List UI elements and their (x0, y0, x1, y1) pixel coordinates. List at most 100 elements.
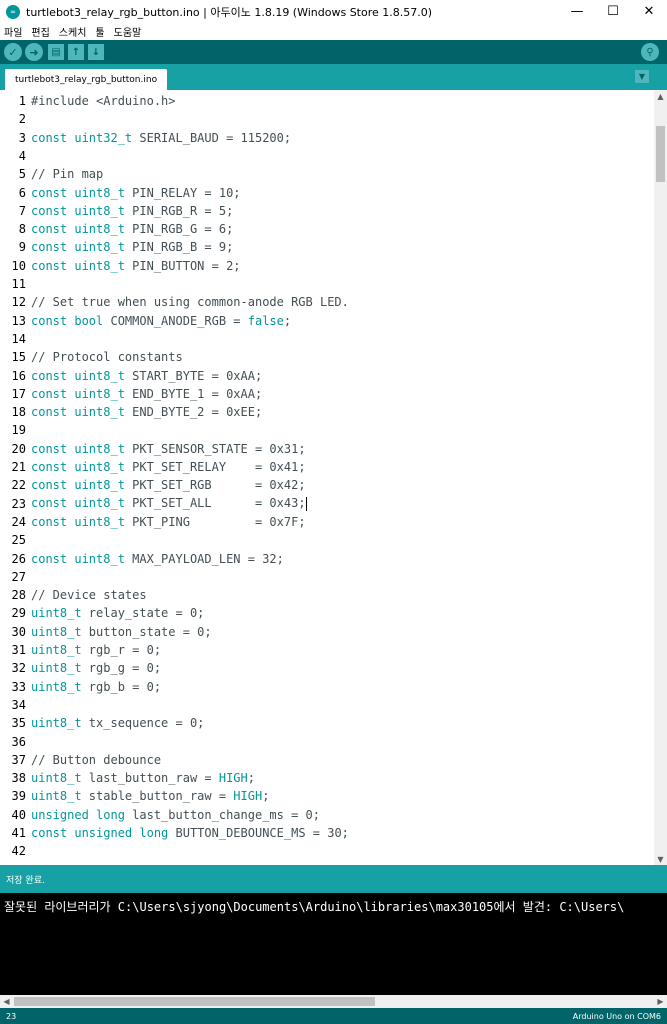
window-controls: — ☐ ✕ (559, 0, 667, 23)
code-line[interactable]: 5 // Pin map (0, 165, 654, 183)
save-button[interactable]: ↓ (88, 44, 104, 60)
code-text: uint8_t relay_state = 0; (31, 606, 204, 620)
code-line[interactable]: 9 const uint8_t PIN_RGB_B = 9; (0, 238, 654, 256)
console-output[interactable]: 잘못된 라이브러리가 C:\Users\sjyong\Documents\Ard… (0, 893, 667, 995)
scroll-up-icon[interactable]: ▲ (654, 90, 667, 102)
menu-file[interactable]: 파일 (4, 24, 22, 39)
code-line[interactable]: 34 (0, 696, 654, 714)
code-line[interactable]: 31 uint8_t rgb_r = 0; (0, 641, 654, 659)
scroll-thumb[interactable] (656, 126, 665, 182)
keyword-token: false (247, 313, 284, 328)
scroll-down-icon[interactable]: ▼ (654, 853, 667, 865)
tab-sketch[interactable]: turtlebot3_relay_rgb_button.ino (5, 69, 168, 90)
menu-tools[interactable]: 툴 (95, 24, 104, 39)
scroll-left-icon[interactable]: ◀ (0, 995, 13, 1008)
line-number: 42 (11, 844, 26, 859)
keyword-token: HIGH (233, 789, 263, 804)
code-line[interactable]: 26 const uint8_t MAX_PAYLOAD_LEN = 32; (0, 550, 654, 568)
code-line[interactable]: 14 (0, 330, 654, 348)
keyword-token: const unsigned long (31, 826, 169, 840)
code-line[interactable]: 3 const uint32_t SERIAL_BAUD = 115200; (0, 129, 654, 147)
code-line[interactable]: 41 const unsigned long BUTTON_DEBOUNCE_MS… (0, 824, 654, 842)
line-number: 14 (11, 331, 26, 346)
serial-monitor-button[interactable]: ⚲ (641, 43, 659, 61)
line-number: 34 (11, 697, 26, 712)
menu-sketch[interactable]: 스케치 (59, 24, 87, 39)
code-line[interactable]: 1 #include <Arduino.h> (0, 92, 654, 110)
code-token: SERIAL_BAUD = 115200; (132, 130, 292, 145)
menu-edit[interactable]: 편집 (31, 24, 49, 39)
code-editor[interactable]: 1 #include <Arduino.h> 2 3 const uint32_t SE… (0, 90, 667, 865)
new-button[interactable]: ▤ (48, 44, 64, 60)
line-number: 21 (11, 460, 26, 474)
code-line[interactable]: 24 const uint8_t PKT_PING = 0x7F; (0, 513, 654, 531)
code-line[interactable]: 35 uint8_t tx_sequence = 0; (0, 714, 654, 732)
code-line[interactable]: 10 const uint8_t PIN_BUTTON = 2; (0, 257, 654, 275)
line-number: 15 (11, 350, 26, 365)
code-line[interactable]: 32 uint8_t rgb_g = 0; (0, 659, 654, 677)
scroll-thumb[interactable] (14, 997, 375, 1006)
line-number: 33 (11, 679, 26, 694)
code-line[interactable]: 38 uint8_t last_button_raw = HIGH; (0, 769, 654, 787)
comment-token: // Button debounce (31, 752, 162, 767)
code-text: const uint8_t START_BYTE = 0xAA; (31, 369, 262, 383)
code-token: PKT_SENSOR_STATE = 0x31; (124, 441, 306, 456)
code-line[interactable]: 25 (0, 531, 654, 549)
code-line[interactable]: 11 (0, 275, 654, 293)
code-token: rgb_g = 0; (81, 661, 162, 676)
verify-button[interactable]: ✓ (4, 43, 22, 61)
code-line[interactable]: 13 const bool COMMON_ANODE_RGB = false; (0, 312, 654, 330)
code-line[interactable]: 28 // Device states (0, 586, 654, 604)
new-file-icon: ▤ (51, 46, 61, 58)
code-token: END_BYTE_2 = 0xEE; (124, 405, 263, 420)
code-line[interactable]: 15 // Protocol constants (0, 348, 654, 366)
code-line[interactable]: 37 // Button debounce (0, 751, 654, 769)
line-number: 7 (18, 203, 26, 218)
check-icon: ✓ (8, 45, 18, 59)
keyword-token: uint8_t (31, 624, 82, 639)
code-line[interactable]: 42 (0, 842, 654, 860)
code-line[interactable]: 18 const uint8_t END_BYTE_2 = 0xEE; (0, 403, 654, 421)
tab-menu-button[interactable]: ▼ (635, 70, 649, 83)
code-line[interactable]: 23 const uint8_t PKT_SET_ALL = 0x43; (0, 495, 654, 513)
code-line[interactable]: 33 uint8_t rgb_b = 0; (0, 678, 654, 696)
code-line[interactable]: 19 (0, 421, 654, 439)
upload-button[interactable]: ➜ (25, 43, 43, 61)
code-line[interactable]: 16 const uint8_t START_BYTE = 0xAA; (0, 367, 654, 385)
code-line[interactable]: 7 const uint8_t PIN_RGB_R = 5; (0, 202, 654, 220)
code-text: // Pin map (31, 167, 103, 181)
code-line[interactable]: 8 const uint8_t PIN_RGB_G = 6; (0, 220, 654, 238)
line-number: 35 (11, 716, 26, 731)
line-number: 13 (11, 313, 26, 328)
code-text: uint8_t rgb_b = 0; (31, 680, 161, 694)
code-token: button_state = 0; (81, 624, 212, 639)
toolbar: ✓ ➜ ▤ ↑ ↓ ⚲ (0, 40, 667, 64)
close-button[interactable]: ✕ (631, 0, 667, 23)
minimize-button[interactable]: — (559, 0, 595, 23)
code-line[interactable]: 21 const uint8_t PKT_SET_RELAY = 0x41; (0, 458, 654, 476)
editor-vertical-scrollbar[interactable]: ▲ ▼ (654, 90, 667, 865)
maximize-button[interactable]: ☐ (595, 0, 631, 23)
code-line[interactable]: 4 (0, 147, 654, 165)
code-line[interactable]: 30 uint8_t button_state = 0; (0, 623, 654, 641)
code-line[interactable]: 17 const uint8_t END_BYTE_1 = 0xAA; (0, 385, 654, 403)
code-token: last_button_change_ms = 0; (124, 807, 320, 822)
code-line[interactable]: 36 (0, 733, 654, 751)
code-line[interactable]: 22 const uint8_t PKT_SET_RGB = 0x42; (0, 476, 654, 494)
code-line[interactable]: 6 const uint8_t PIN_RELAY = 10; (0, 184, 654, 202)
code-line[interactable]: 2 (0, 110, 654, 128)
menu-help[interactable]: 도움말 (114, 24, 142, 39)
keyword-token: const uint8_t (31, 368, 125, 383)
code-line[interactable]: 27 (0, 568, 654, 586)
code-line[interactable]: 39 uint8_t stable_button_raw = HIGH; (0, 787, 654, 805)
arrow-down-icon: ↓ (91, 46, 101, 58)
code-line[interactable]: 40 unsigned long last_button_change_ms = … (0, 806, 654, 824)
console-horizontal-scrollbar[interactable]: ◀ ▶ (0, 995, 667, 1008)
code-line[interactable]: 29 uint8_t relay_state = 0; (0, 604, 654, 622)
line-number: 24 (11, 514, 26, 529)
code-line[interactable]: 20 const uint8_t PKT_SENSOR_STATE = 0x31; (0, 440, 654, 458)
code-text: unsigned long last_button_change_ms = 0; (31, 808, 320, 822)
scroll-right-icon[interactable]: ▶ (654, 995, 667, 1008)
code-line[interactable]: 12 // Set true when using common-anode RG… (0, 293, 654, 311)
open-button[interactable]: ↑ (68, 44, 84, 60)
